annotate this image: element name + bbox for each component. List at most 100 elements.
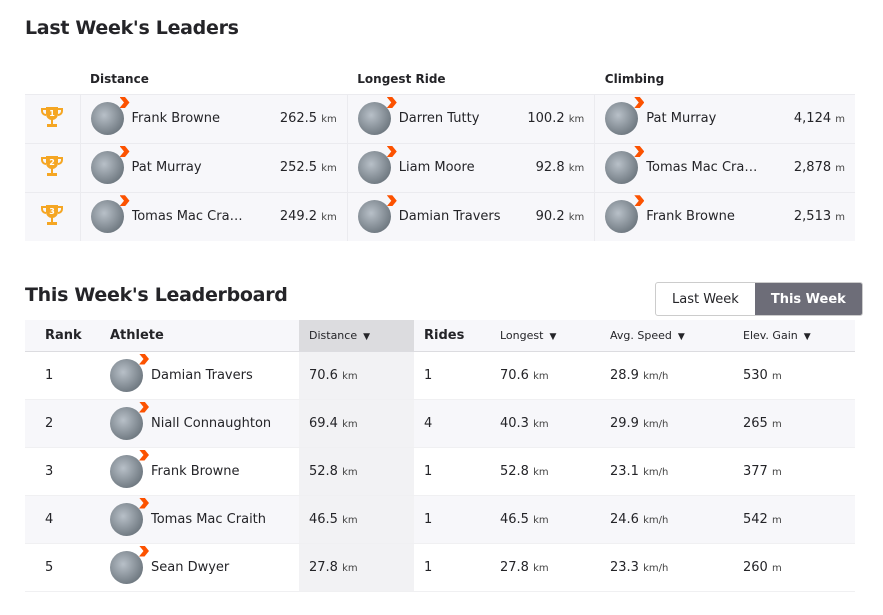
header-rank: Rank <box>25 320 100 352</box>
leader-row: 1 Frank Browne 262.5 km Darren Tutty 100.2 k… <box>25 93 855 143</box>
longest-cell: 27.8 km <box>490 543 600 592</box>
avatar[interactable] <box>605 102 639 135</box>
distance-cell: 46.5 km <box>299 495 414 544</box>
athlete-name[interactable]: Frank Browne <box>132 111 272 126</box>
athlete-name[interactable]: Frank Browne <box>646 209 786 224</box>
elev-cell: 377 m <box>733 447 855 496</box>
longest-cell: 40.3 km <box>490 399 600 448</box>
header-distance: Distance <box>90 71 149 86</box>
table-row: 1 Damian Travers 70.6 km 1 70.6 km 28.9 … <box>25 351 855 400</box>
sort-down-icon: ▼ <box>677 331 685 342</box>
athlete-name[interactable]: Liam Moore <box>399 160 528 175</box>
rides-cell: 1 <box>414 351 490 400</box>
rank: 5 <box>25 543 100 592</box>
speed-cell: 24.6 km/h <box>600 495 733 544</box>
athlete-name[interactable]: Damian Travers <box>399 209 528 224</box>
speed-cell: 28.9 km/h <box>600 351 733 400</box>
avatar[interactable] <box>90 102 124 135</box>
table-row: 2 Niall Connaughton 69.4 km 4 40.3 km 29… <box>25 399 855 448</box>
athlete-name[interactable]: Damian Travers <box>151 368 253 383</box>
rank-cell: 2 <box>25 142 80 192</box>
athlete-name[interactable]: Pat Murray <box>646 111 786 126</box>
sort-down-icon: ▼ <box>549 331 557 342</box>
header-longest-sort[interactable]: Longest ▼ <box>490 320 600 352</box>
athlete-cell: Sean Dwyer <box>100 543 299 592</box>
value: 90.2 km <box>535 209 585 225</box>
rides-cell: 1 <box>414 495 490 544</box>
header-climbing: Climbing <box>604 71 665 86</box>
rank-cell: 3 <box>25 191 80 241</box>
rank: 3 <box>25 447 100 496</box>
athlete-name[interactable]: Pat Murray <box>132 160 272 175</box>
athlete-name[interactable]: Sean Dwyer <box>151 560 229 575</box>
last-week-title: Last Week's Leaders <box>25 17 239 39</box>
header-speed-sort[interactable]: Avg. Speed ▼ <box>600 320 733 352</box>
leaderboard-table: Rank Athlete Distance ▼ Rides Longest ▼ Av… <box>25 320 855 592</box>
longest-cell: Damian Travers 90.2 km <box>346 191 595 241</box>
table-row: 3 Frank Browne 52.8 km 1 52.8 km 23.1 km… <box>25 447 855 496</box>
climbing-cell: Frank Browne 2,513 m <box>594 191 855 241</box>
header-elev-sort[interactable]: Elev. Gain ▼ <box>733 320 855 352</box>
avatar[interactable] <box>110 358 143 392</box>
elev-cell: 265 m <box>733 399 855 448</box>
value: 2,878 m <box>793 160 845 175</box>
climbing-cell: Tomas Mac Cra… 2,878 m <box>594 142 855 192</box>
header-distance-sort[interactable]: Distance ▼ <box>299 320 414 352</box>
leader-row: 2 Pat Murray 252.5 km Liam Moore 92.8 km Toma… <box>25 142 855 192</box>
avatar[interactable] <box>357 102 391 135</box>
longest-cell: 46.5 km <box>490 495 600 544</box>
avatar[interactable] <box>605 200 639 234</box>
elev-cell: 542 m <box>733 495 855 544</box>
athlete-cell: Niall Connaughton <box>100 399 299 448</box>
climbing-cell: Pat Murray 4,124 m <box>594 93 855 143</box>
distance-cell: Tomas Mac Cra… 249.2 km <box>79 191 348 241</box>
avatar[interactable] <box>357 151 391 184</box>
this-week-title: This Week's Leaderboard <box>25 284 288 306</box>
leader-row: 3 Tomas Mac Cra… 249.2 km Damian Travers 90.… <box>25 191 855 241</box>
rank: 1 <box>25 351 100 400</box>
longest-cell: 70.6 km <box>490 351 600 400</box>
athlete-name[interactable]: Niall Connaughton <box>151 416 271 431</box>
value: 2,513 m <box>793 209 845 225</box>
last-week-leaders-table: Distance Longest Ride Climbing 1 Frank Br… <box>25 64 855 241</box>
distance-cell: 69.4 km <box>299 399 414 448</box>
avatar[interactable] <box>605 151 639 184</box>
last-week-button[interactable]: Last Week <box>656 283 755 315</box>
svg-text:3: 3 <box>49 207 55 216</box>
rank-cell: 1 <box>25 93 80 143</box>
avatar[interactable] <box>110 454 143 488</box>
distance-cell: Frank Browne 262.5 km <box>79 93 348 143</box>
elev-cell: 260 m <box>733 543 855 592</box>
rides-cell: 4 <box>414 399 490 448</box>
avatar[interactable] <box>90 151 124 184</box>
rank: 4 <box>25 495 100 544</box>
rides-cell: 1 <box>414 447 490 496</box>
athlete-name[interactable]: Frank Browne <box>151 464 240 479</box>
value: 92.8 km <box>535 160 585 175</box>
distance-cell: Pat Murray 252.5 km <box>79 142 348 192</box>
week-toggle: Last Week This Week <box>655 282 863 316</box>
athlete-cell: Damian Travers <box>100 351 299 400</box>
avatar[interactable] <box>90 200 124 234</box>
athlete-name[interactable]: Tomas Mac Cra… <box>132 209 272 224</box>
sort-down-icon: ▼ <box>363 331 371 342</box>
avatar[interactable] <box>357 200 391 234</box>
athlete-name[interactable]: Tomas Mac Cra… <box>646 160 786 175</box>
avatar[interactable] <box>110 502 143 536</box>
longest-cell: Liam Moore 92.8 km <box>346 142 595 192</box>
distance-cell: 52.8 km <box>299 447 414 496</box>
trophy-icon: 3 <box>41 204 64 225</box>
avatar[interactable] <box>110 406 143 440</box>
table-row: 4 Tomas Mac Craith 46.5 km 1 46.5 km 24.… <box>25 495 855 544</box>
value: 252.5 km <box>279 160 337 175</box>
sort-down-icon: ▼ <box>803 331 811 342</box>
value: 4,124 m <box>793 111 845 126</box>
athlete-name[interactable]: Darren Tutty <box>399 111 520 126</box>
athlete-cell: Tomas Mac Craith <box>100 495 299 544</box>
athlete-name[interactable]: Tomas Mac Craith <box>151 512 266 527</box>
athlete-cell: Frank Browne <box>100 447 299 496</box>
value: 100.2 km <box>527 111 585 126</box>
header-athlete: Athlete <box>100 320 299 352</box>
avatar[interactable] <box>110 550 143 584</box>
this-week-button[interactable]: This Week <box>754 283 862 315</box>
